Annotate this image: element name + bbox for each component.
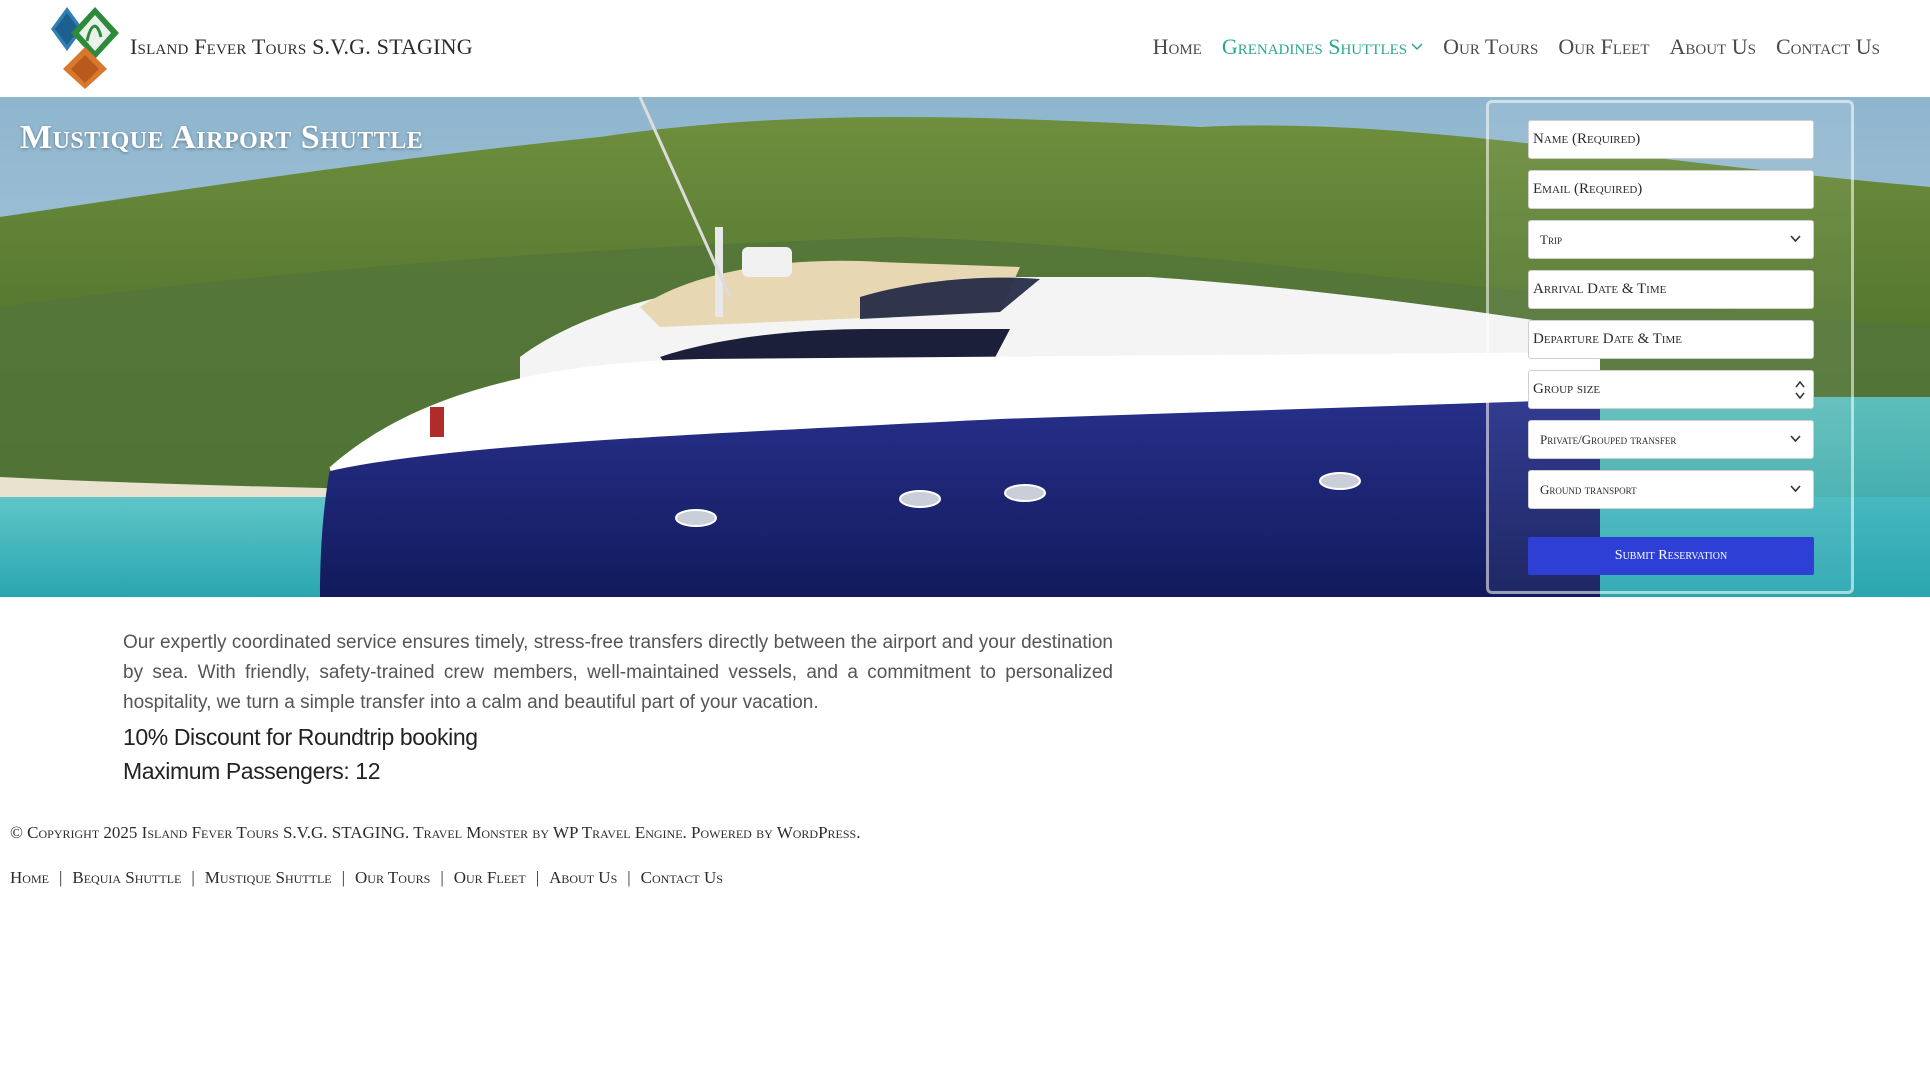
group-size-field[interactable]: Group size — [1528, 370, 1814, 409]
max-passengers-note: Maximum Passengers: 12 — [123, 758, 381, 784]
nav-contact-us[interactable]: Contact Us — [1776, 34, 1880, 60]
reservation-form: Name (Required) Email (Required) Trip Ar… — [1486, 100, 1854, 594]
chevron-down-icon — [1790, 485, 1801, 493]
ground-transport-value: Ground transport — [1540, 481, 1637, 497]
site-title[interactable]: Island Fever Tours S.V.G. STAGING — [130, 34, 473, 60]
transfer-type-value: Private/Grouped transfer — [1540, 431, 1677, 447]
departure-datetime-field[interactable]: Departure Date & Time — [1528, 320, 1814, 359]
departure-field-placeholder: Departure Date & Time — [1533, 331, 1682, 347]
footer-link-our-fleet[interactable]: Our Fleet — [454, 868, 526, 888]
nav-home[interactable]: Home — [1153, 34, 1202, 60]
chevron-down-icon — [1790, 235, 1801, 243]
service-description: Our expertly coordinated service ensures… — [123, 632, 1113, 713]
footer-link-home[interactable]: Home — [10, 868, 49, 888]
name-field[interactable]: Name (Required) — [1528, 120, 1814, 159]
footer-separator: | — [440, 868, 444, 887]
page-title: Mustique Airport Shuttle — [20, 119, 424, 156]
discount-note: 10% Discount for Roundtrip booking — [123, 724, 478, 750]
site-logo[interactable] — [49, 7, 121, 89]
footer-separator: | — [341, 868, 346, 887]
main-content: Our expertly coordinated service ensures… — [123, 628, 1113, 786]
submit-reservation-button[interactable]: Submit Reservation — [1528, 537, 1814, 575]
chevron-down-icon — [1790, 435, 1801, 443]
arrival-field-placeholder: Arrival Date & Time — [1533, 281, 1667, 297]
footer-separator: | — [191, 868, 195, 887]
nav-our-fleet-label: Our Fleet — [1558, 34, 1650, 59]
nav-our-fleet[interactable]: Our Fleet — [1558, 34, 1649, 60]
ground-transport-select[interactable]: Ground transport — [1528, 470, 1814, 509]
footer-link-our-tours[interactable]: Our Tours — [355, 868, 430, 888]
email-field[interactable]: Email (Required) — [1528, 170, 1814, 209]
chevron-down-icon — [1411, 43, 1423, 51]
arrival-datetime-field[interactable]: Arrival Date & Time — [1528, 270, 1814, 309]
nav-about-us[interactable]: About Us — [1670, 34, 1756, 60]
stepper-arrows-icon[interactable] — [1795, 380, 1805, 400]
transfer-type-select[interactable]: Private/Grouped transfer — [1528, 420, 1814, 459]
group-size-placeholder: Group size — [1533, 381, 1601, 397]
footer-separator: | — [58, 868, 63, 887]
nav-grenadines-shuttles[interactable]: Grenadines Shuttles — [1222, 34, 1423, 60]
footer-link-about-us[interactable]: About Us — [549, 868, 617, 888]
footer-separator: | — [627, 868, 631, 887]
name-field-placeholder: Name (Required) — [1533, 131, 1641, 147]
footer-link-contact-us[interactable]: Contact Us — [641, 868, 723, 888]
email-field-placeholder: Email (Required) — [1533, 181, 1643, 197]
site-header: Island Fever Tours S.V.G. STAGING Home G… — [0, 0, 1930, 97]
footer-link-mustique-shuttle[interactable]: Mustique Shuttle — [205, 868, 332, 888]
nav-contact-us-label: Contact Us — [1775, 34, 1880, 59]
nav-our-tours-label: Our Tours — [1443, 34, 1539, 59]
footer-link-bequia-shuttle[interactable]: Bequia Shuttle — [72, 868, 181, 888]
hero-banner: Mustique Airport Shuttle Name (Required)… — [0, 97, 1930, 597]
nav-home-label: Home — [1152, 34, 1202, 59]
trip-select-value: Trip — [1540, 231, 1562, 247]
trip-select[interactable]: Trip — [1528, 220, 1814, 259]
footer-separator: | — [535, 868, 540, 887]
nav-grenadines-shuttles-label: Grenadines Shuttles — [1221, 34, 1408, 59]
copyright-text: © Copyright 2025 Island Fever Tours S.V.… — [10, 823, 861, 842]
nav-about-us-label: About Us — [1669, 34, 1756, 59]
footer-nav: Home | Bequia Shuttle | Mustique Shuttle… — [10, 868, 723, 888]
main-nav: Home Grenadines Shuttles Our Tours Our F… — [1153, 34, 1880, 60]
nav-our-tours[interactable]: Our Tours — [1443, 34, 1538, 60]
